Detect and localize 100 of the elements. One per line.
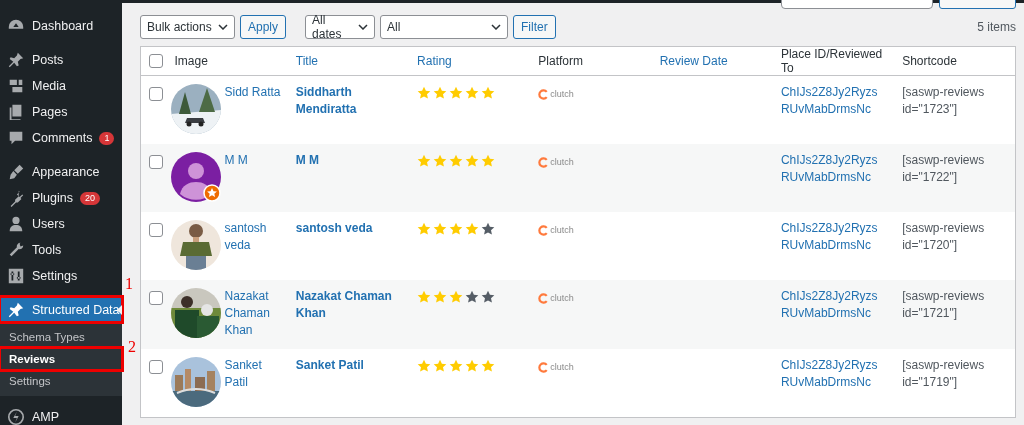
count-badge: 1 [99,131,115,145]
review-title-link[interactable]: Siddharth Mendiratta [295,84,402,118]
reviewer-name-link[interactable]: Sanket Patil [224,357,288,391]
star-icon [465,222,480,236]
review-title-link[interactable]: Sanket Patil [295,357,402,374]
star-icon [465,154,480,168]
review-title-link[interactable]: M M [295,152,402,169]
star-icon [449,222,464,236]
pin-icon [7,300,25,319]
star-icon [449,154,464,168]
place-id-link[interactable]: ChIJs2Z8Jy2RyzsRUvMabDrmsNc [780,288,887,322]
sidebar-item[interactable]: Dashboard [0,13,122,39]
review-title-link[interactable]: Nazakat Chaman Khan [295,288,402,322]
user-icon [7,215,25,233]
sliders-icon [7,267,25,285]
submenu-item[interactable]: Settings [0,370,122,392]
default-avatar-icon [170,152,221,202]
star-icon [481,222,496,236]
shortcode-text: [saswp-reviews id="1723"] [902,85,985,116]
star-icon [481,86,496,100]
star-icon [433,359,448,373]
star-icon [481,290,496,304]
item-count: 5 items [977,20,1016,34]
sidebar-item[interactable]: Media [0,73,122,99]
column-header[interactable]: Title [295,54,318,68]
platform-logo: clutch [538,86,574,103]
star-icon [417,86,432,100]
chevron-down-icon [491,24,502,30]
platform-logo: clutch [538,154,574,171]
star-icon [417,154,432,168]
place-id-link[interactable]: ChIJs2Z8Jy2RyzsRUvMabDrmsNc [780,357,887,391]
star-icon [449,290,464,304]
sidebar-item[interactable]: Plugins 20 [0,185,122,211]
media-icon [7,77,25,95]
row-checkbox[interactable] [149,222,163,237]
star-icon [465,290,480,304]
sidebar-item[interactable]: Settings [0,263,122,289]
place-id-link[interactable]: ChIJs2Z8Jy2RyzsRUvMabDrmsNc [780,152,887,186]
star-icon [449,86,464,100]
lightning-icon [7,408,25,425]
star-icon [417,222,432,236]
star-icon [417,290,432,304]
row-checkbox[interactable] [149,154,163,169]
star-icon [465,86,480,100]
shortcode-text: [saswp-reviews id="1719"] [902,358,985,389]
star-icon [433,222,448,236]
review-title-link[interactable]: santosh veda [295,220,402,237]
chevron-down-icon [218,24,228,30]
pin-icon [7,51,25,69]
annotation-number: 2 [128,338,136,356]
filter-button[interactable]: Filter [513,15,556,39]
select-all-checkbox[interactable] [149,54,163,69]
column-header: Image [174,54,208,68]
shortcode-text: [saswp-reviews id="1721"] [902,289,985,320]
star-icon [433,290,448,304]
shortcode-text: [saswp-reviews id="1722"] [902,153,985,184]
star-icon [465,359,480,373]
column-header: Platform [538,54,584,68]
row-checkbox[interactable] [149,290,163,305]
reviewer-name-link[interactable]: M M [224,152,248,169]
star-icon [417,359,432,373]
submenu-item[interactable]: Schema Types [0,326,122,348]
brush-icon [7,163,25,181]
reviewer-name-link[interactable]: Nazakat Chaman Khan [224,288,288,339]
row-checkbox[interactable] [149,359,163,374]
place-id-link[interactable]: ChIJs2Z8Jy2RyzsRUvMabDrmsNc [780,220,887,254]
column-header: Shortcode [902,54,957,68]
star-icon [481,359,496,373]
sidebar-item[interactable]: AMP [0,404,122,425]
platform-logo: clutch [538,290,574,307]
chevron-down-icon [358,24,369,30]
count-badge: 20 [80,191,100,205]
sidebar-item[interactable]: Posts [0,47,122,73]
platform-logo: clutch [538,359,574,376]
star-icon [433,86,448,100]
sidebar-item[interactable]: Tools [0,237,122,263]
sidebar-item[interactable]: Users [0,211,122,237]
submenu-item[interactable]: Reviews [0,348,122,370]
star-icon [481,154,496,168]
date-filter-dropdown[interactable]: All dates [305,15,376,39]
reviewer-name-link[interactable]: Sidd Ratta [224,84,281,101]
apply-button[interactable]: Apply [240,15,287,39]
annotation-number: 1 [125,275,133,293]
sidebar-item[interactable]: Appearance [0,159,122,185]
star-icon [433,154,448,168]
shortcode-text: [saswp-reviews id="1720"] [902,221,985,252]
platform-logo: clutch [538,222,574,239]
reviewer-name-link[interactable]: santosh veda [224,220,288,254]
star-icon [449,359,464,373]
column-header: Place ID/Reviewed To [780,47,883,75]
wrench-icon [7,241,25,259]
place-id-link[interactable]: ChIJs2Z8Jy2RyzsRUvMabDrmsNc [780,84,887,118]
platform-filter-dropdown[interactable]: All [380,15,509,39]
sidebar-item[interactable]: Comments 1 [0,125,122,151]
sidebar-item[interactable]: Pages [0,99,122,125]
bulk-actions-dropdown[interactable]: Bulk actions [140,15,235,39]
row-checkbox[interactable] [149,86,163,101]
sidebar-item[interactable]: Structured Data [0,297,122,322]
column-header[interactable]: Review Date [659,54,728,68]
column-header[interactable]: Rating [417,54,452,68]
